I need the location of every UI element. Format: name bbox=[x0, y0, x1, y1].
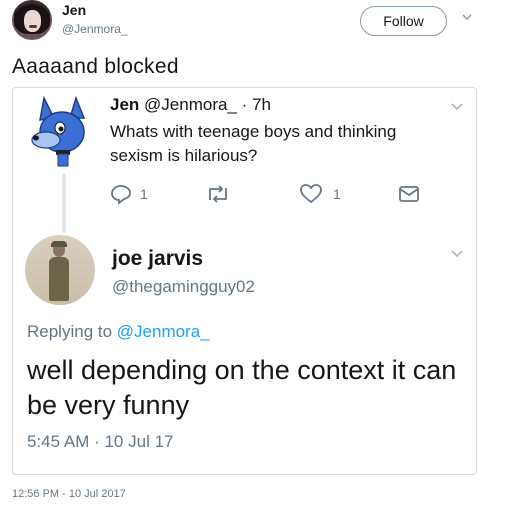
quoted-tweet-header: Jen @Jenmora_ · 7h bbox=[110, 95, 271, 115]
chevron-down-icon[interactable] bbox=[449, 98, 465, 114]
wolf-avatar[interactable] bbox=[30, 96, 96, 168]
follow-button[interactable]: Follow bbox=[360, 6, 447, 36]
replying-to: Replying to @Jenmora_ bbox=[27, 322, 210, 342]
author-name[interactable]: Jen bbox=[62, 2, 86, 18]
message-icon[interactable] bbox=[398, 184, 420, 204]
retweet-icon[interactable] bbox=[204, 183, 232, 205]
reply-timestamp[interactable]: 5:45 AM · 10 Jul 17 bbox=[27, 432, 173, 452]
replying-handle-link[interactable]: @Jenmora_ bbox=[117, 322, 210, 341]
reply-tweet-text: well depending on the context it can be … bbox=[27, 355, 457, 420]
reply-author-name[interactable]: joe jarvis bbox=[112, 247, 203, 271]
joe-avatar[interactable] bbox=[25, 235, 95, 305]
author-handle[interactable]: @Jenmora_ bbox=[62, 22, 128, 36]
replying-prefix: Replying to bbox=[27, 322, 113, 341]
reply-icon[interactable] bbox=[110, 183, 132, 205]
chevron-down-icon[interactable] bbox=[460, 10, 474, 24]
heart-icon[interactable] bbox=[299, 183, 323, 205]
thread-line bbox=[62, 173, 66, 233]
quoted-tweet-text: Whats with teenage boys and thinking sex… bbox=[110, 122, 397, 165]
quoted-author-name[interactable]: Jen bbox=[110, 95, 139, 114]
chevron-down-icon[interactable] bbox=[449, 245, 465, 261]
reply-author-handle[interactable]: @thegamingguy02 bbox=[112, 277, 255, 297]
tweet-timestamp[interactable]: 12:56 PM - 10 Jul 2017 bbox=[12, 488, 126, 500]
quoted-author-handle-time[interactable]: @Jenmora_ · 7h bbox=[144, 95, 271, 114]
tweet-text: Aaaaand blocked bbox=[12, 55, 179, 78]
avatar-jen[interactable] bbox=[12, 0, 52, 40]
reply-count: 1 bbox=[140, 186, 148, 202]
like-count: 1 bbox=[333, 186, 341, 202]
